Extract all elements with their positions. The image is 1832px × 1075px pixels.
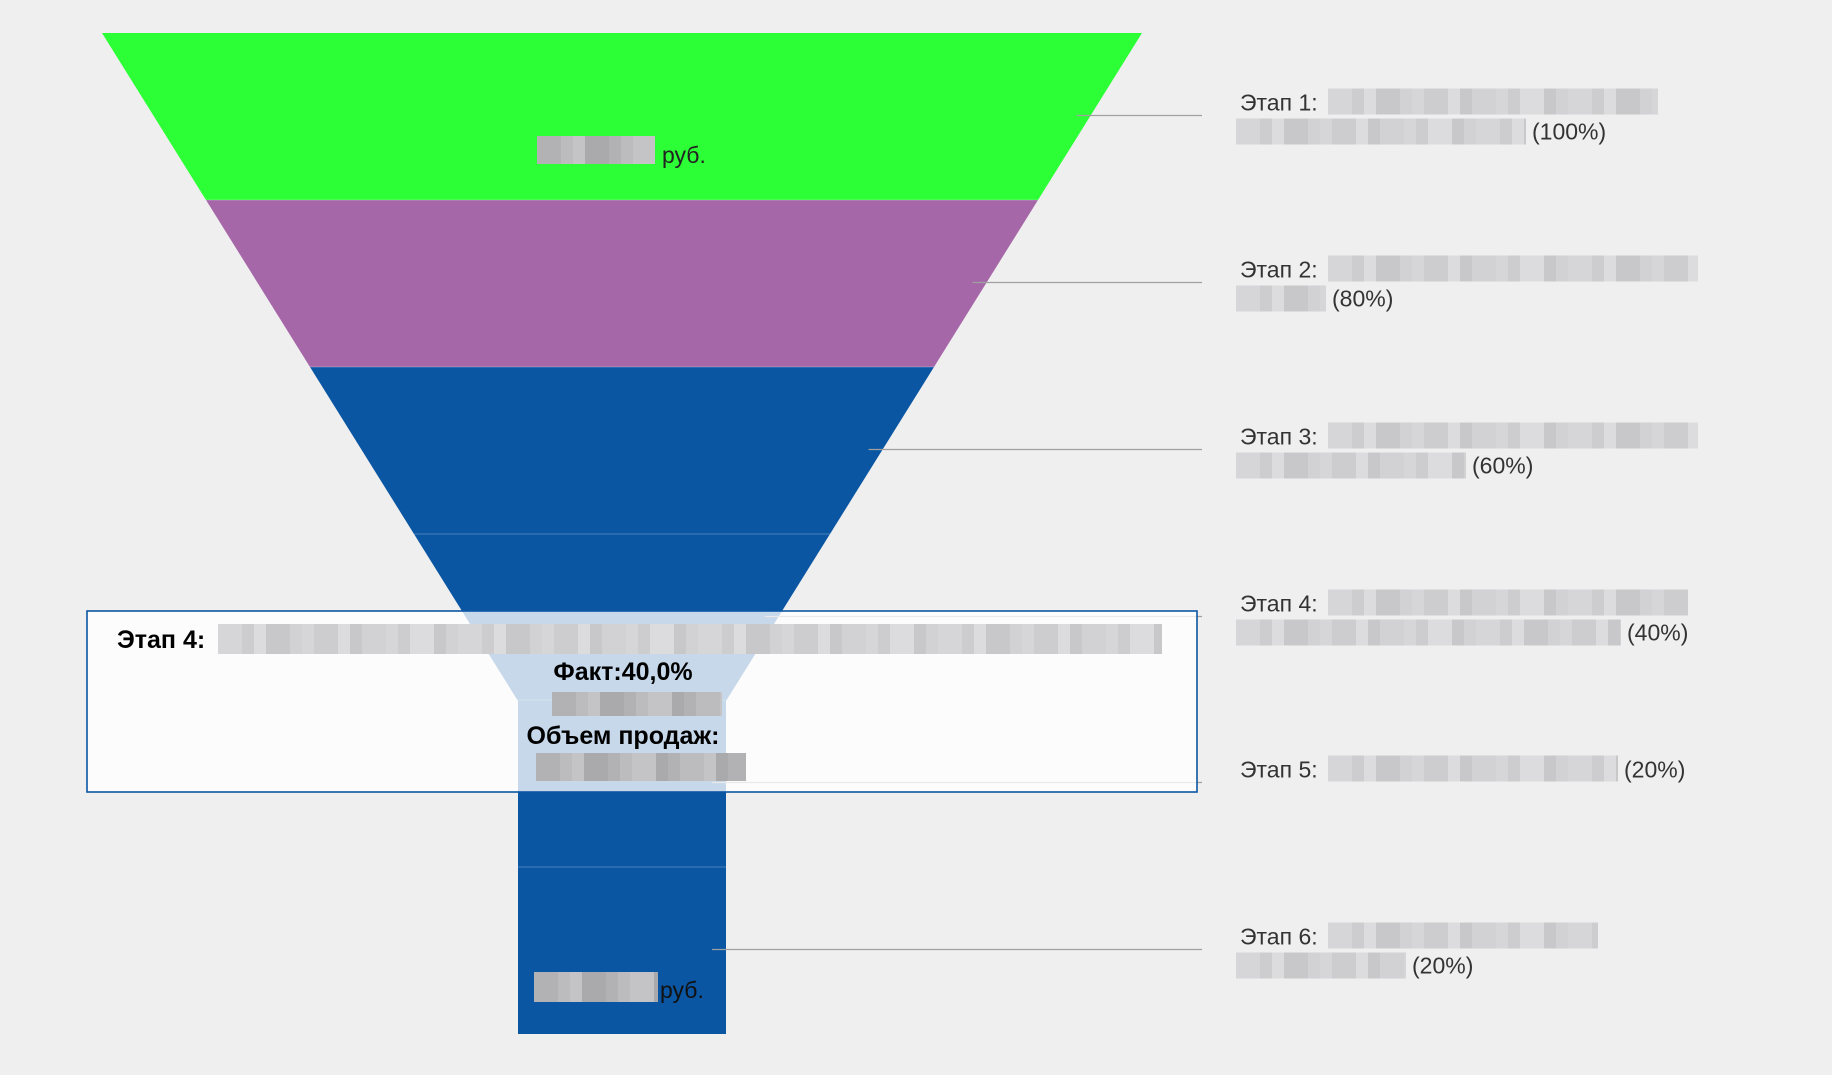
- stage-label-3: Этап 3:: [1240, 424, 1318, 450]
- stage-name-redacted-5: [1328, 755, 1618, 782]
- stage-label-1: Этап 1:: [1240, 90, 1318, 116]
- funnel-svg: Этап 1: (100%) Этап 2: (80%) Этап 3: (60%) Эта…: [86, 33, 1698, 1034]
- tooltip-fact-value-redacted: [552, 692, 722, 716]
- stage-label-4: Этап 4:: [1240, 591, 1318, 617]
- funnel-segment-3[interactable]: [310, 367, 934, 534]
- stage-label-5: Этап 5:: [1240, 757, 1318, 783]
- value-redacted-top: [537, 136, 655, 164]
- stage-percent-2: (80%): [1332, 286, 1393, 312]
- stage-label-2: Этап 2:: [1240, 257, 1318, 283]
- tooltip-fact-label: Факт:40,0%: [553, 658, 692, 686]
- stage-name-redacted-line2-1: [1236, 118, 1526, 145]
- tooltip-stage-name-redacted: [218, 624, 1162, 654]
- stage-percent-4: (40%): [1627, 620, 1688, 646]
- stage-percent-6: (20%): [1412, 953, 1473, 979]
- funnel-segment-1[interactable]: [102, 33, 1142, 200]
- funnel-segment-2[interactable]: [206, 200, 1038, 367]
- stage-name-redacted-2: [1328, 255, 1698, 282]
- stage-name-redacted-1: [1328, 88, 1658, 115]
- stage-name-redacted-line2-3: [1236, 452, 1466, 479]
- stage-name-redacted-4: [1328, 589, 1688, 616]
- value-currency-bottom: руб.: [660, 977, 704, 1003]
- value-currency-top: руб.: [662, 142, 706, 168]
- stage-name-redacted-line2-4: [1236, 619, 1621, 646]
- funnel-segment-6[interactable]: [518, 867, 726, 1034]
- stage-name-redacted-line2-2: [1236, 285, 1326, 312]
- stage-percent-3: (60%): [1472, 453, 1533, 479]
- tooltip-sales-label: Объем продаж:: [527, 722, 720, 750]
- stage-name-redacted-line2-6: [1236, 952, 1406, 979]
- value-redacted-bottom: [534, 972, 658, 1002]
- stage-name-redacted-3: [1328, 422, 1698, 449]
- tooltip-stage-label: Этап 4:: [117, 626, 205, 654]
- funnel-chart: Этап 1: (100%) Этап 2: (80%) Этап 3: (60%) Эта…: [0, 0, 1832, 1070]
- stage-percent-1: (100%): [1532, 119, 1606, 145]
- stage-label-6: Этап 6:: [1240, 924, 1318, 950]
- stage-percent-5: (20%): [1624, 757, 1685, 783]
- stage-name-redacted-6: [1328, 922, 1598, 949]
- tooltip-sales-value-redacted: [536, 753, 746, 781]
